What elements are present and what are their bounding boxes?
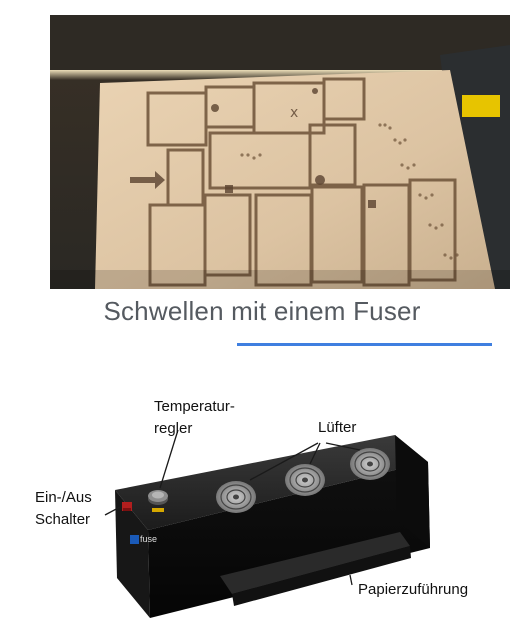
fans-label: Lüfter [318,419,357,436]
photo-caption: Schwellen mit einem Fuser [103,296,421,326]
fan-icon [285,464,325,496]
accent-divider [237,343,492,346]
switch-label-line2: Schalter [35,511,91,528]
switch-label-line1: Ein-/Aus [35,489,92,506]
fuser-illustration: Temperatur- regler Lüfter Ein-/Aus Schal… [0,380,524,624]
brand-logo [130,535,139,544]
fan-icon [216,481,256,513]
temperature-label-line2: regler [154,420,193,437]
fan-icon [350,448,390,480]
brand-label: fuse [140,534,158,544]
temperature-label-line1: Temperatur- [154,398,235,415]
paper-feed-label: Papierzuführung [358,581,469,598]
warning-sticker [462,95,500,117]
svg-text:x: x [290,105,298,121]
tactile-map-photo: x [50,15,510,289]
